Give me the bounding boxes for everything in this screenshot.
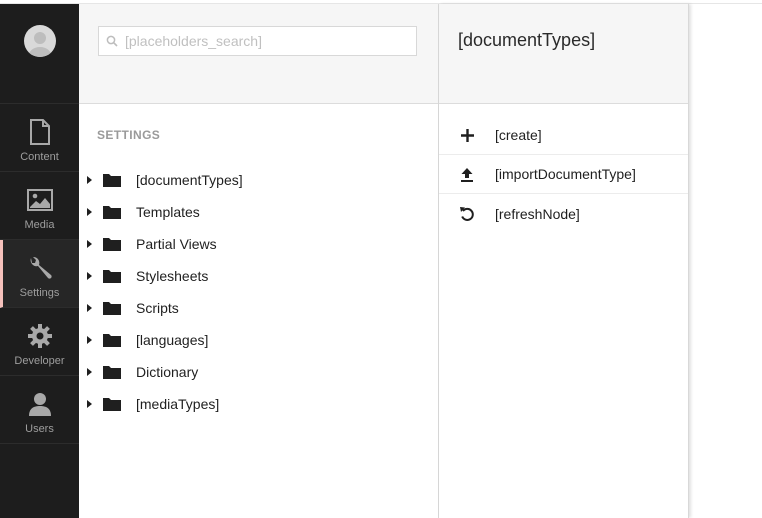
upload-icon [458, 167, 476, 182]
folder-icon [103, 397, 121, 411]
tree-item-label: [documentTypes] [136, 172, 243, 188]
section-label: Settings [19, 287, 60, 299]
tree-item-label: Templates [136, 204, 200, 220]
search-input[interactable] [125, 33, 405, 49]
action-label: [importDocumentType] [495, 166, 636, 182]
actions-panel: [documentTypes] [create] [importDocument… [439, 4, 689, 518]
image-icon [26, 186, 54, 214]
search-box [98, 26, 417, 56]
gear-icon [26, 322, 54, 350]
tree-section-title: SETTINGS [97, 128, 161, 142]
wrench-icon [26, 254, 54, 282]
tree-item-languages[interactable]: [languages] [79, 324, 438, 356]
action-import-document-type[interactable]: [importDocumentType] [439, 155, 688, 194]
avatar-area [0, 4, 79, 104]
caret-right-icon[interactable] [85, 176, 93, 184]
caret-right-icon[interactable] [85, 240, 93, 248]
tree-item-templates[interactable]: Templates [79, 196, 438, 228]
action-label: [create] [495, 127, 542, 143]
section-label: Developer [14, 355, 65, 367]
tree-panel: SETTINGS [documentTypes] Templates Parti… [79, 4, 439, 518]
document-icon [26, 118, 54, 146]
folder-icon [103, 173, 121, 187]
caret-right-icon[interactable] [85, 272, 93, 280]
tree-item-dictionary[interactable]: Dictionary [79, 356, 438, 388]
tree-list: [documentTypes] Templates Partial Views … [79, 164, 438, 420]
tree-header [79, 4, 438, 104]
user-icon [26, 390, 54, 418]
caret-right-icon[interactable] [85, 400, 93, 408]
folder-icon [103, 365, 121, 379]
tree-item-partial-views[interactable]: Partial Views [79, 228, 438, 260]
tree-item-label: Dictionary [136, 364, 199, 380]
section-label: Users [25, 423, 54, 435]
tree-item-stylesheets[interactable]: Stylesheets [79, 260, 438, 292]
tree-item-label: Stylesheets [136, 268, 209, 284]
tree-item-label: [mediaTypes] [136, 396, 220, 412]
caret-right-icon[interactable] [85, 304, 93, 312]
folder-icon [103, 237, 121, 251]
section-developer[interactable]: Developer [0, 308, 79, 376]
section-settings[interactable]: Settings [0, 240, 79, 308]
action-create[interactable]: [create] [439, 116, 688, 155]
actions-header: [documentTypes] [439, 4, 688, 104]
section-label: Content [20, 151, 59, 163]
section-users[interactable]: Users [0, 376, 79, 444]
tree-item-label: [languages] [136, 332, 209, 348]
user-avatar-icon [28, 32, 51, 57]
search-icon [99, 35, 125, 47]
folder-icon [103, 269, 121, 283]
tree-item-scripts[interactable]: Scripts [79, 292, 438, 324]
folder-icon [103, 301, 121, 315]
actions-title: [documentTypes] [458, 30, 596, 50]
tree-item-media-types[interactable]: [mediaTypes] [79, 388, 438, 420]
action-label: [refreshNode] [495, 205, 580, 222]
caret-right-icon[interactable] [85, 336, 93, 344]
tree-item-label: Scripts [136, 300, 179, 316]
caret-right-icon[interactable] [85, 368, 93, 376]
tree-item-document-types[interactable]: [documentTypes] [79, 164, 438, 196]
action-refresh-node[interactable]: [refreshNode] [439, 194, 688, 233]
app-sidebar: Content Media Settings Developer Users [0, 4, 79, 518]
actions-list: [create] [importDocumentType] [refreshNo… [439, 116, 688, 233]
refresh-icon [458, 206, 476, 222]
folder-icon [103, 205, 121, 219]
caret-right-icon[interactable] [85, 208, 93, 216]
section-content[interactable]: Content [0, 104, 79, 172]
tree-item-label: Partial Views [136, 236, 217, 252]
plus-icon [458, 128, 476, 142]
avatar[interactable] [23, 25, 56, 57]
folder-icon [103, 333, 121, 347]
section-media[interactable]: Media [0, 172, 79, 240]
section-label: Media [24, 219, 55, 231]
